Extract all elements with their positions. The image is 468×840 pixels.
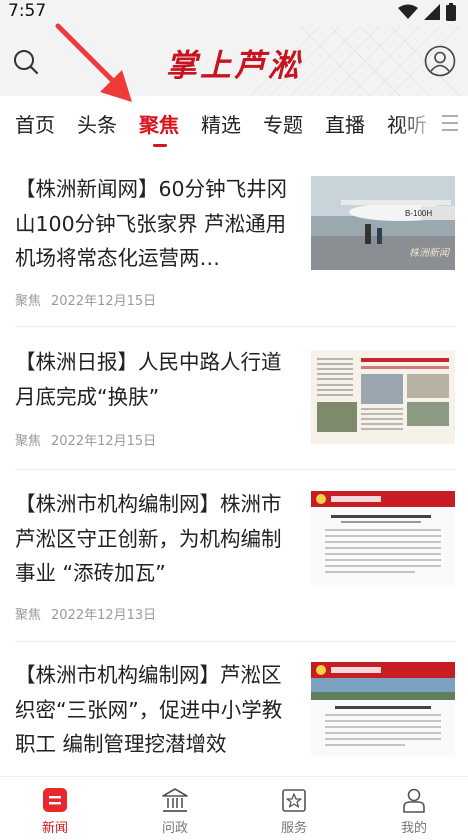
aircraft-registration: B-100H <box>405 209 432 218</box>
wifi-icon <box>398 4 418 19</box>
tab-topics[interactable]: 专题 <box>263 109 303 138</box>
article-item[interactable]: 【株洲市机构编制网】株洲市芦淞区守正创新，为机构编制事业 “添砖加瓦” 聚焦 20… <box>15 487 455 627</box>
tab-home[interactable]: 首页 <box>15 109 55 138</box>
article-title: 【株洲市机构编制网】芦淞区织密“三张网”，促进中小学教职工 编制管理挖潜增效 <box>15 663 283 756</box>
article-item[interactable]: 【株洲日报】人民中路人行道 月底完成“换肤” 聚焦 2022年12月15日 <box>15 345 455 455</box>
channel-tabs: 首页 头条 聚焦 精选 专题 直播 视听 <box>0 96 468 152</box>
article-meta: 聚焦 2022年12月15日 <box>15 430 156 449</box>
tab-fade <box>398 96 438 152</box>
tab-featured[interactable]: 精选 <box>201 109 241 138</box>
divider <box>15 326 455 327</box>
article-title: 【株洲新闻网】60分钟飞井冈山100分钟飞张家界 芦淞通用机场将常态化运营两… <box>15 177 288 270</box>
nav-label: 服务 <box>280 821 307 836</box>
article-category: 聚焦 <box>15 294 42 309</box>
status-bar: 7:57 <box>0 0 468 26</box>
image-watermark: 株洲新闻 <box>409 247 451 259</box>
article-date: 2022年12月15日 <box>51 434 157 449</box>
nav-label: 问政 <box>161 821 188 836</box>
nav-service[interactable]: 服务 <box>259 785 329 836</box>
article-category: 聚焦 <box>15 608 42 623</box>
service-star-icon <box>282 789 306 812</box>
bottom-navigation: 新闻 问政 服务 我的 <box>0 776 468 840</box>
government-webpage <box>311 491 455 585</box>
article-date: 2022年12月15日 <box>51 294 157 309</box>
user-avatar-icon[interactable] <box>424 45 456 77</box>
status-time: 7:57 <box>8 1 47 21</box>
government-webpage <box>311 662 455 756</box>
article-category: 聚焦 <box>15 434 42 449</box>
article-title: 【株洲日报】人民中路人行道 月底完成“换肤” <box>15 350 282 409</box>
divider <box>15 641 455 642</box>
nav-news[interactable]: 新闻 <box>20 785 90 836</box>
divider <box>15 469 455 470</box>
news-icon <box>43 788 67 812</box>
government-building-icon <box>162 788 188 812</box>
signal-icon <box>424 4 440 20</box>
profile-icon <box>403 788 425 813</box>
status-icons <box>398 3 456 21</box>
tab-headlines[interactable]: 头条 <box>77 109 117 138</box>
nav-mine[interactable]: 我的 <box>379 785 449 836</box>
article-title: 【株洲市机构编制网】株洲市芦淞区守正创新，为机构编制事业 “添砖加瓦” <box>15 492 282 585</box>
menu-icon[interactable] <box>440 114 460 132</box>
battery-icon <box>446 3 456 21</box>
article-date: 2022年12月13日 <box>51 608 157 623</box>
article-thumbnail <box>311 662 455 756</box>
article-meta: 聚焦 2022年12月15日 <box>15 290 156 309</box>
tab-focus[interactable]: 聚焦 <box>139 109 179 138</box>
tab-live[interactable]: 直播 <box>325 109 365 138</box>
airplane-photo: B-100H 株洲新闻 <box>311 176 455 270</box>
article-item[interactable]: 【株洲新闻网】60分钟飞井冈山100分钟飞张家界 芦淞通用机场将常态化运营两… … <box>15 172 455 312</box>
nav-label: 新闻 <box>41 821 68 836</box>
article-thumbnail: B-100H 株洲新闻 <box>311 176 455 270</box>
app-logo: 掌上芦淞 <box>166 48 302 84</box>
newspaper-page <box>311 350 455 444</box>
article-thumbnail <box>311 491 455 585</box>
app-header: 掌上芦淞 <box>0 26 468 96</box>
news-feed: 【株洲新闻网】60分钟飞井冈山100分钟飞张家界 芦淞通用机场将常态化运营两… … <box>0 152 468 776</box>
active-tab-indicator <box>153 144 167 147</box>
article-thumbnail <box>311 350 455 444</box>
nav-inquiry[interactable]: 问政 <box>140 785 210 836</box>
article-item[interactable]: 【株洲市机构编制网】芦淞区织密“三张网”，促进中小学教职工 编制管理挖潜增效 聚… <box>15 658 455 776</box>
nav-label: 我的 <box>400 821 427 836</box>
article-meta: 聚焦 2022年12月13日 <box>15 604 156 623</box>
